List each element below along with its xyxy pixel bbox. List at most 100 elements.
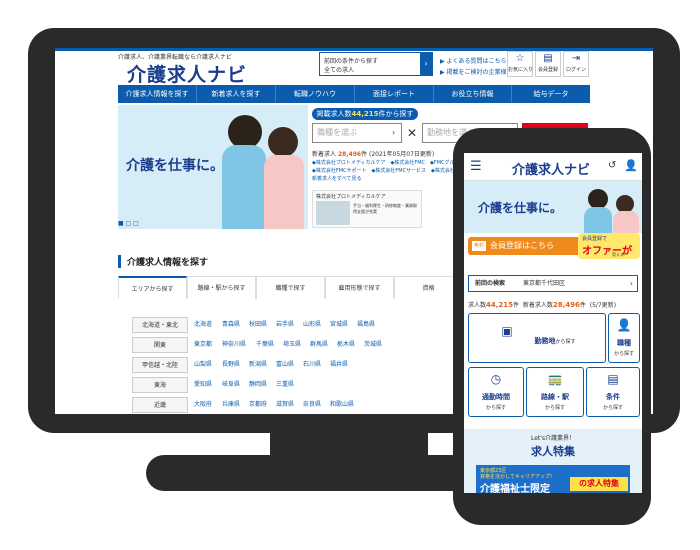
pref-link[interactable]: 岐阜県 bbox=[222, 377, 240, 393]
pref-link[interactable]: 京都府 bbox=[249, 397, 267, 413]
occupation-select[interactable]: 職種を選ぶ bbox=[312, 123, 402, 143]
pref-link[interactable]: 群馬県 bbox=[310, 337, 328, 353]
feature-section: Let's介護業界！ 求人特集 東京都23区 資格を活かしてキャリアアップ！ 介護… bbox=[464, 429, 642, 493]
search-tabs: エリアから探す 路線・駅から探す 職種で探す 雇用形態で探す 資格 bbox=[118, 276, 463, 299]
banner-tag: の求人特集 bbox=[570, 477, 628, 491]
menu-icon[interactable]: ☰ bbox=[470, 160, 482, 174]
pref-link[interactable]: 福井県 bbox=[330, 357, 348, 373]
chevron-right-icon: › bbox=[392, 128, 396, 137]
site-logo[interactable]: 介護求人ナビ bbox=[127, 60, 247, 87]
pref-link[interactable]: 茨城県 bbox=[364, 337, 382, 353]
register-label: 会員登録 bbox=[537, 67, 558, 73]
nav-item-search-jobs[interactable]: 介護求人情報を探す bbox=[118, 85, 197, 103]
tab-station[interactable]: 路線・駅から探す bbox=[187, 276, 256, 299]
mobile-register-button[interactable]: 無料 会員登録はこちら bbox=[468, 237, 594, 255]
login-button[interactable]: ⇥ ログイン bbox=[563, 51, 589, 77]
pref-link[interactable]: 和歌山県 bbox=[330, 397, 354, 413]
carousel-dots[interactable]: ■ □ □ bbox=[118, 220, 139, 227]
pref-link[interactable]: 北海道 bbox=[194, 317, 212, 333]
mobile-header: ☰ 介護求人ナビ ↺ 👤 bbox=[464, 153, 642, 181]
pref-link[interactable]: 神奈川県 bbox=[222, 337, 246, 353]
featured-desc-line1: 手当・福利厚生・研修制度・業務取 bbox=[353, 203, 417, 208]
pref-link[interactable]: 栃木県 bbox=[337, 337, 355, 353]
featured-company-photo bbox=[316, 201, 350, 225]
featured-company-desc: 手当・福利厚生・研修制度・業務取 得支援が充実 bbox=[353, 203, 417, 215]
tab-area[interactable]: エリアから探す bbox=[118, 276, 187, 299]
feature-banner[interactable]: 東京都23区 資格を活かしてキャリアアップ！ 介護福祉士限定 の求人特集 bbox=[476, 465, 630, 493]
mobile-job-counts: 求人数44,215件 新着求人数28,496件 (5/7更新) bbox=[468, 300, 616, 309]
section-title: 介護求人情報を探す bbox=[118, 255, 208, 268]
pref-link[interactable]: 岩手県 bbox=[276, 317, 294, 333]
person-icon[interactable]: 👤 bbox=[624, 159, 638, 172]
previous-search-label: 前回の検索 bbox=[475, 280, 506, 287]
conditions-tile-sub: から探す bbox=[602, 405, 623, 411]
pref-link[interactable]: 石川県 bbox=[303, 357, 321, 373]
pref-link[interactable]: 山梨県 bbox=[194, 357, 212, 373]
header-links: ▶ よくある質問はこちら ▶ 掲載をご検討の企業様へ bbox=[440, 56, 513, 78]
caregiver-photo-male-body bbox=[222, 145, 266, 229]
search-by-location-tile[interactable]: ▣ 勤務地から探す bbox=[468, 313, 606, 363]
employer-link[interactable]: ▶ 掲載をご検討の企業様へ bbox=[440, 67, 513, 78]
nav-item-salary[interactable]: 給与データ bbox=[512, 85, 590, 103]
pref-link[interactable]: 福島県 bbox=[357, 317, 375, 333]
pref-link[interactable]: 三重県 bbox=[276, 377, 294, 393]
pref-link[interactable]: 静岡県 bbox=[249, 377, 267, 393]
company-links-2[interactable]: ◆株式会社FMCサポート ◆株式会社FMCサービス ◆株式会社 bbox=[312, 167, 455, 174]
search-by-occupation-tile[interactable]: 👤 職種 から探す bbox=[608, 313, 640, 363]
listed-jobs-number: 44,215 bbox=[351, 110, 379, 118]
star-icon: ☆ bbox=[515, 53, 525, 64]
nav-item-new-jobs[interactable]: 新着求人を探す bbox=[197, 85, 276, 103]
pref-link[interactable]: 山形県 bbox=[303, 317, 321, 333]
previous-search-button[interactable]: 前回の条件から探す 全ての求人 › bbox=[319, 52, 433, 76]
search-by-commute-tile[interactable]: ◷ 通勤時間 から探す bbox=[468, 367, 524, 417]
pref-link[interactable]: 千葉県 bbox=[256, 337, 274, 353]
company-links-1[interactable]: ◆株式会社プロトメディカルケア ◆株式会社FMC ◆FMCグルー bbox=[312, 159, 460, 166]
commute-tile-sub: から探す bbox=[485, 405, 506, 411]
pref-link[interactable]: 大阪府 bbox=[194, 397, 212, 413]
featured-company-card[interactable]: 株式会社プロトメディカルケア 手当・福利厚生・研修制度・業務取 得支援が充実 bbox=[312, 190, 422, 228]
caregiver-photo-male bbox=[228, 115, 262, 149]
mobile-screen: ☰ 介護求人ナビ ↺ 👤 介護を仕事に。 無料 会員登録はこちら 会員登録で オ… bbox=[464, 153, 642, 493]
offer-line1: 会員登録で bbox=[582, 236, 608, 242]
nav-item-useful-info[interactable]: お役立ち情報 bbox=[434, 85, 512, 103]
region-label: 東海 bbox=[132, 377, 188, 393]
pref-link[interactable]: 愛知県 bbox=[194, 377, 212, 393]
pref-link[interactable]: 滋賀県 bbox=[276, 397, 294, 413]
pref-link[interactable]: 長野県 bbox=[222, 357, 240, 373]
listed-jobs-suffix: 件から探す bbox=[378, 110, 414, 118]
hero-text: 介護を仕事に。 bbox=[126, 158, 224, 174]
caregiver-photo-female-body bbox=[264, 155, 304, 229]
search-by-station-tile[interactable]: 🚃 路線・駅 から探す bbox=[526, 367, 584, 417]
location-sub: から探す bbox=[555, 339, 576, 345]
pref-link[interactable]: 青森県 bbox=[222, 317, 240, 333]
search-by-conditions-tile[interactable]: ▤ 条件 から探す bbox=[586, 367, 640, 417]
jobs-count-number: 44,215 bbox=[486, 301, 514, 309]
pref-link[interactable]: 奈良県 bbox=[303, 397, 321, 413]
banner-main: 介護福祉士限定 bbox=[480, 484, 550, 493]
previous-search-value: 全ての求人 bbox=[324, 67, 355, 74]
tab-employment[interactable]: 雇用形態で探す bbox=[325, 276, 394, 299]
mobile-previous-search[interactable]: 前回の検索 東京都千代田区 › bbox=[468, 275, 638, 292]
favorites-label: お気に入り bbox=[508, 67, 534, 73]
favorites-button[interactable]: ☆ お気に入り bbox=[507, 51, 533, 77]
nav-item-knowhow[interactable]: 転職ノウハウ bbox=[276, 85, 355, 103]
pref-link[interactable]: 富山県 bbox=[276, 357, 294, 373]
register-button[interactable]: ▤ 会員登録 bbox=[535, 51, 561, 77]
pref-link[interactable]: 兵庫県 bbox=[222, 397, 240, 413]
mobile-logo[interactable]: 介護求人ナビ bbox=[512, 159, 590, 178]
caregiver-photo-female bbox=[268, 127, 298, 157]
history-icon[interactable]: ↺ bbox=[608, 160, 616, 171]
region-label: 北海道・東北 bbox=[132, 317, 188, 333]
nav-item-interview[interactable]: 面接レポート bbox=[355, 85, 434, 103]
view-all-new-jobs-link[interactable]: 新着求人をすべて見る bbox=[312, 175, 361, 182]
list-icon: ▤ bbox=[607, 372, 619, 386]
pref-link[interactable]: 埼玉県 bbox=[283, 337, 301, 353]
pref-link[interactable]: 宮城県 bbox=[330, 317, 348, 333]
faq-link[interactable]: ▶ よくある質問はこちら bbox=[440, 56, 513, 67]
new-count-number: 28,496 bbox=[552, 301, 580, 309]
pref-link[interactable]: 秋田県 bbox=[249, 317, 267, 333]
listed-jobs-prefix: 掲載求人数 bbox=[316, 110, 352, 118]
pref-link[interactable]: 東京都 bbox=[194, 337, 212, 353]
tab-occupation[interactable]: 職種で探す bbox=[256, 276, 325, 299]
pref-link[interactable]: 新潟県 bbox=[249, 357, 267, 373]
